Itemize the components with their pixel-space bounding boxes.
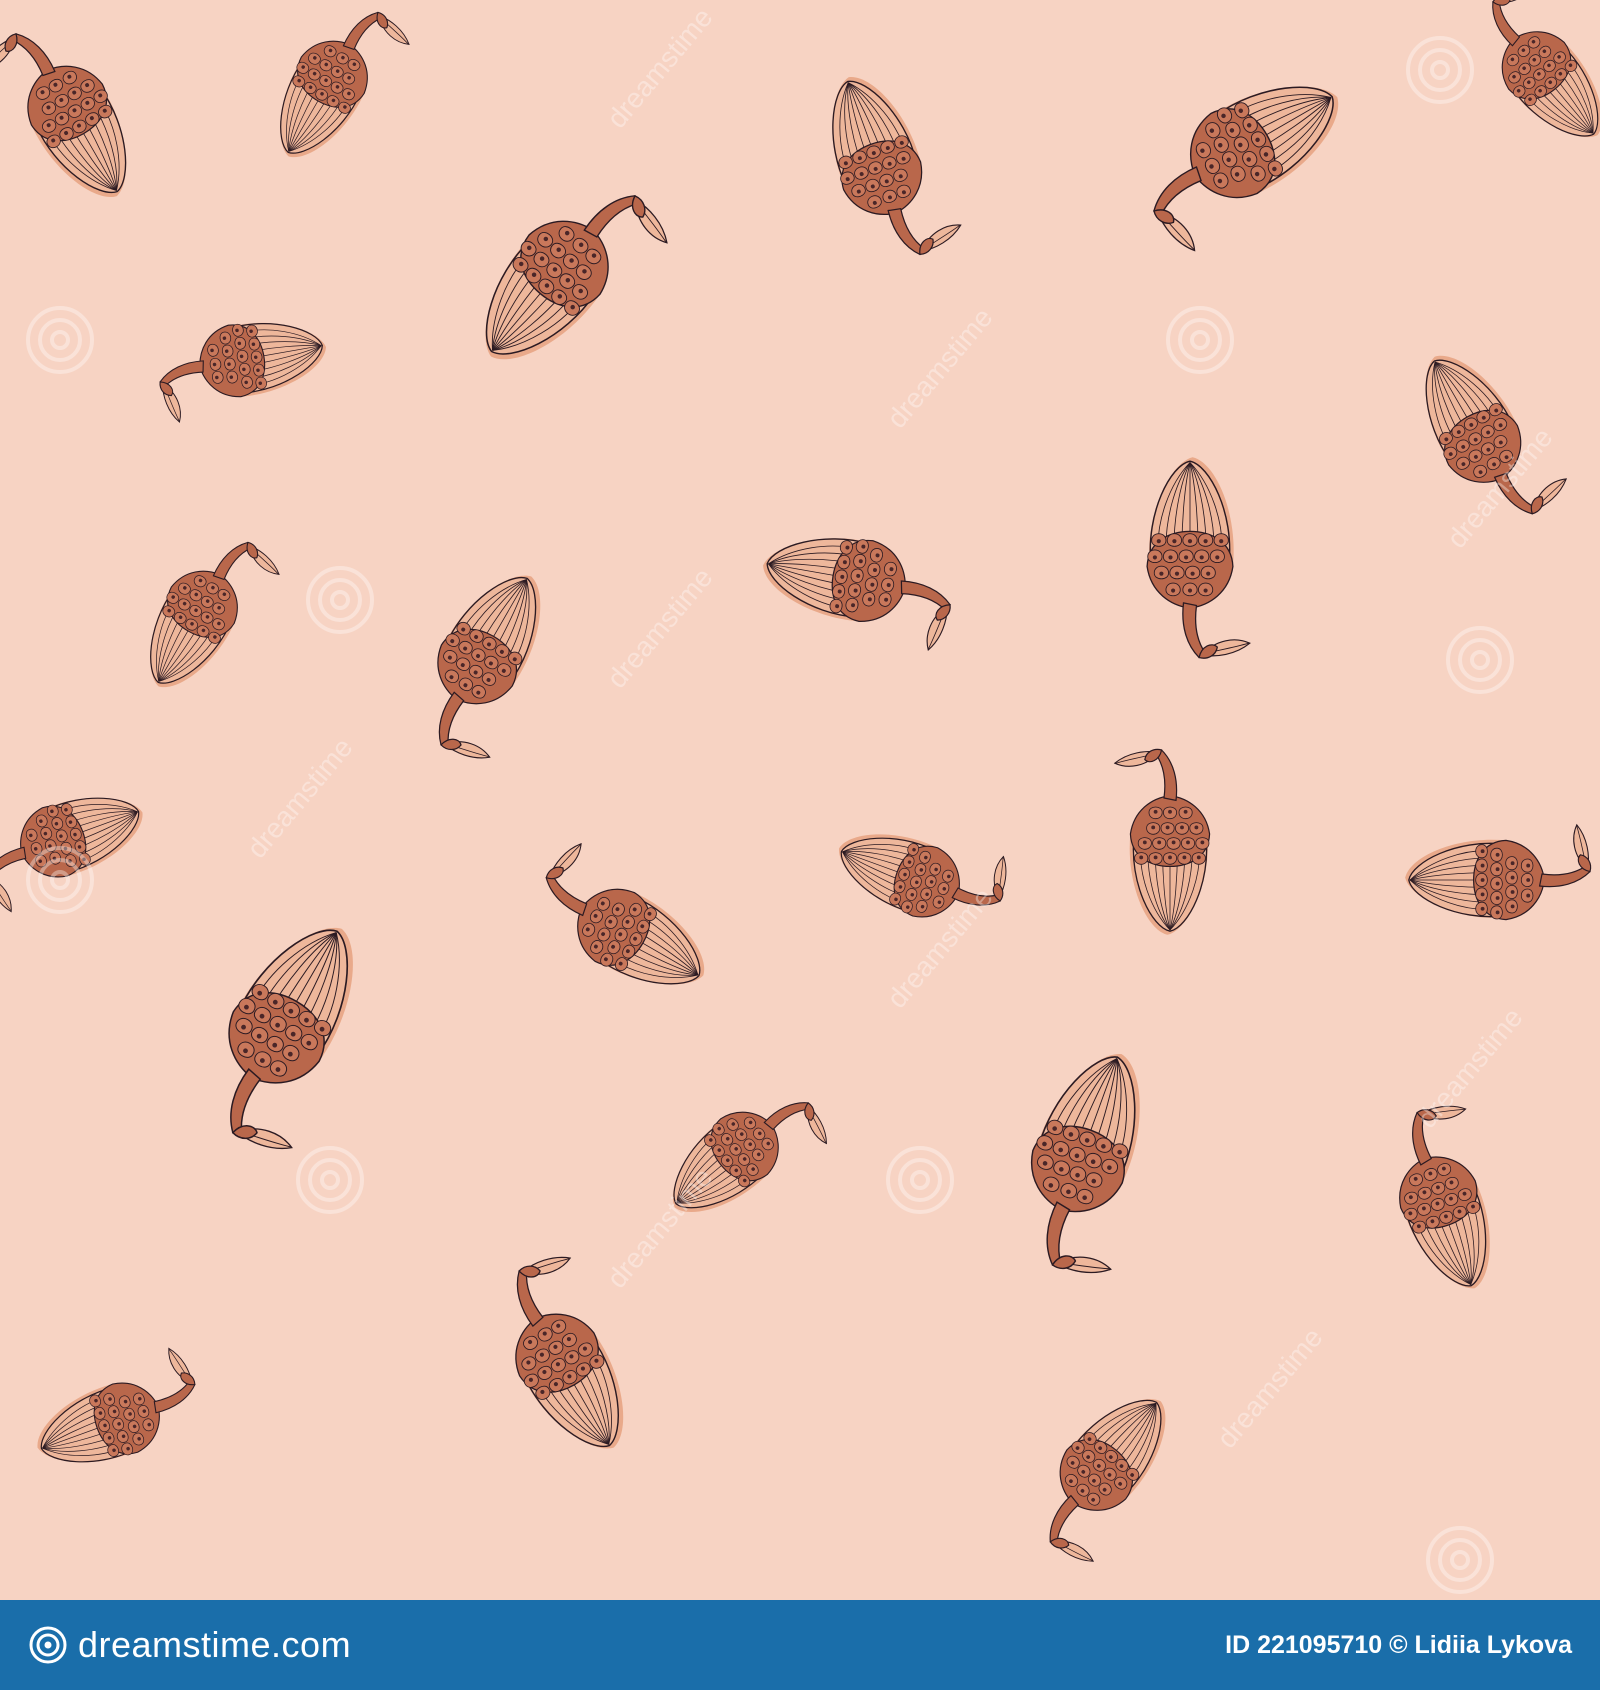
- image-id: ID 221095710: [1225, 1630, 1383, 1659]
- acorn-illustration: [1113, 748, 1211, 935]
- spiral-logo-icon: [29, 1626, 67, 1664]
- acorn-illustration: [1492, 0, 1600, 138]
- author-credit: © Lidiia Lykova: [1389, 1630, 1572, 1659]
- acorn-illustration: [150, 541, 280, 688]
- watermark-text: dreamstime: [881, 302, 999, 434]
- stock-footer-bar: dreamstime.com ID 221095710 © Lidiia Lyk…: [0, 1600, 1600, 1690]
- watermark-text: dreamstime: [601, 2, 719, 134]
- acorn-illustration: [159, 322, 326, 423]
- acorn-pattern-illustration: dreamstime dreamstime dreamstime dreamstime…: [0, 0, 1600, 1600]
- acorn-illustration: [763, 538, 951, 651]
- acorn-illustration: [37, 1347, 196, 1463]
- acorn-illustration: [228, 927, 353, 1150]
- acorn-illustration: [1030, 1054, 1140, 1274]
- watermark-text: dreamstime: [1211, 1322, 1329, 1454]
- acorn-illustration: [545, 842, 705, 985]
- acorn-illustration: [839, 834, 1007, 918]
- acorn-illustration: [280, 11, 410, 158]
- watermark-spiral-icon: [1426, 1526, 1494, 1594]
- acorn-illustration: [0, 797, 143, 913]
- logo-text: dreamstime.com: [78, 1624, 352, 1665]
- acorn-illustration: [437, 575, 541, 759]
- watermark-spiral-icon: [296, 1146, 364, 1214]
- acorn-illustration: [1146, 457, 1251, 659]
- watermark-spiral-icon: [1166, 306, 1234, 374]
- watermark-text: dreamstime: [601, 562, 719, 694]
- acorn-illustration: [1049, 1399, 1166, 1562]
- acorn-illustration: [1153, 86, 1339, 252]
- acorn-illustration: [1405, 823, 1592, 921]
- acorn-illustration: [485, 194, 668, 360]
- watermark-spiral-icon: [886, 1146, 954, 1214]
- acorn-illustration: [1399, 1105, 1490, 1289]
- watermark-spiral-icon: [1406, 36, 1474, 104]
- acorn-pattern-svg: dreamstime dreamstime dreamstime dreamstime…: [0, 0, 1600, 1594]
- watermark-text: dreamstime: [1411, 1002, 1529, 1134]
- watermark-text: dreamstime: [241, 732, 359, 864]
- watermark-spiral-icon: [1446, 626, 1514, 694]
- acorn-illustration: [832, 77, 962, 256]
- dreamstime-logo: dreamstime.com: [28, 1624, 351, 1666]
- watermark-spiral-icon: [26, 306, 94, 374]
- watermark-spiral-icon: [306, 566, 374, 634]
- watermark-text: dreamstime: [601, 1162, 719, 1294]
- acorn-illustration: [0, 33, 127, 197]
- stock-info: ID 221095710 © Lidiia Lykova: [1225, 1631, 1572, 1660]
